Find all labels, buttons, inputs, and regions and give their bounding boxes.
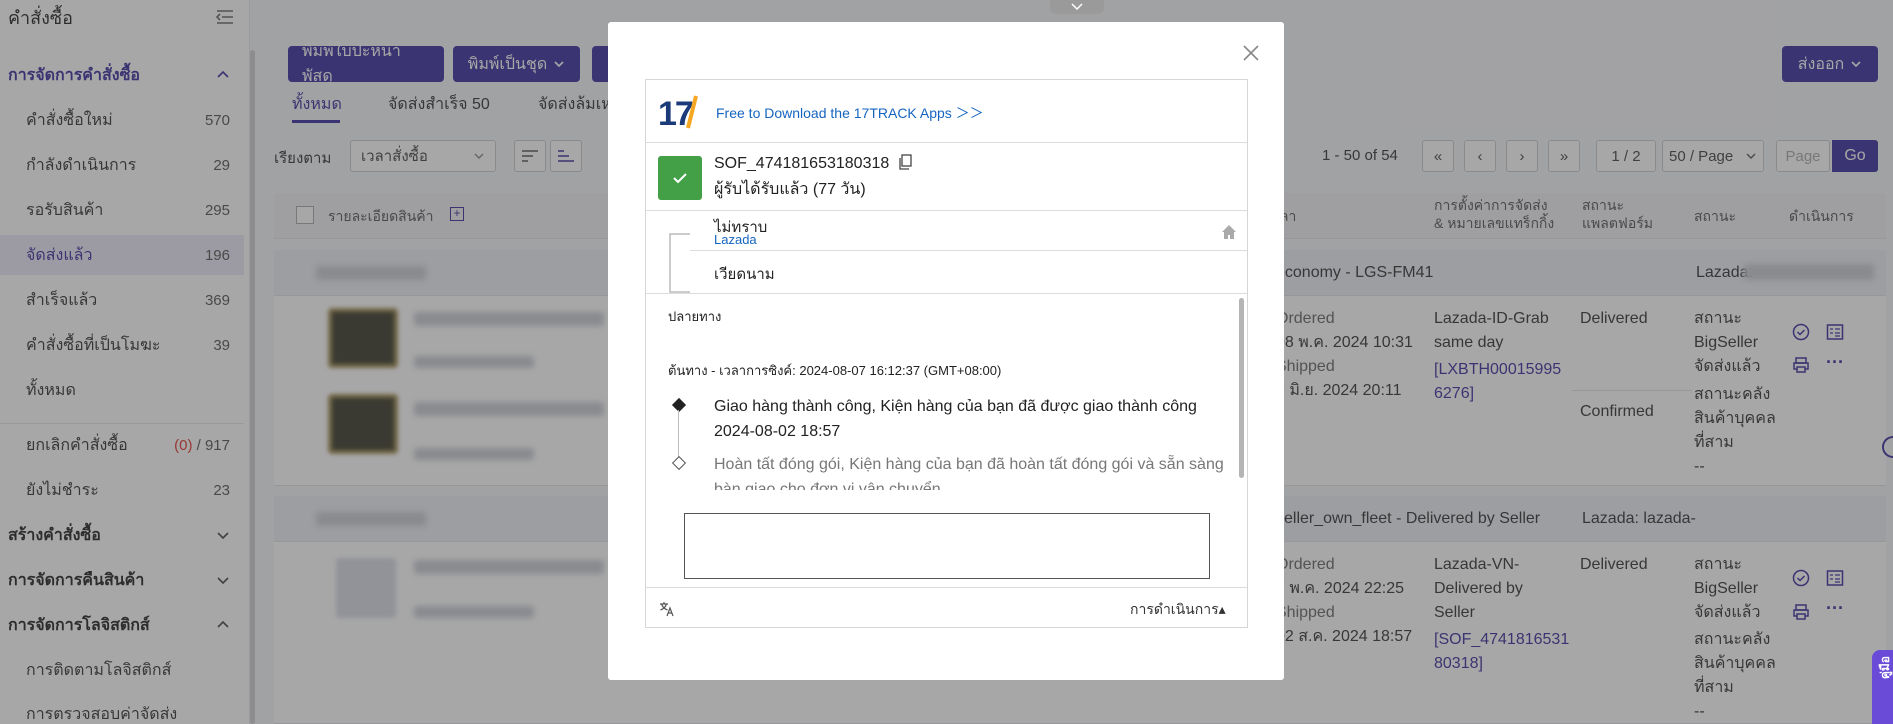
widget-divider — [646, 142, 1247, 143]
translation-input-box[interactable] — [684, 513, 1210, 579]
download-app-link[interactable]: Free to Download the 17TRACK Apps ＞＞ — [716, 103, 984, 123]
route-connector-icon — [669, 233, 690, 293]
close-icon[interactable] — [1240, 42, 1262, 64]
top-collapse-handle[interactable] — [1050, 0, 1104, 14]
home-icon — [1222, 225, 1236, 239]
checkmark-icon — [673, 173, 687, 184]
translate-icon[interactable] — [658, 600, 676, 618]
widget-divider — [690, 250, 1247, 251]
destination-country: เวียดนาม — [714, 266, 775, 283]
event-marker-filled-icon — [671, 397, 687, 413]
tracking-widget: 17 Free to Download the 17TRACK Apps ＞＞ … — [645, 79, 1248, 628]
event-marker-hollow-icon — [671, 455, 687, 471]
event-time: 2024-08-02 18:57 — [714, 423, 841, 440]
event-text: Giao hàng thành công, Kiện hàng của bạn … — [714, 398, 1197, 415]
origin-sync-info: ต้นทาง - เวลาการซิงค์: 2024-08-07 16:12:… — [668, 363, 1002, 378]
widget-divider — [646, 293, 1247, 294]
carrier-link[interactable]: Lazada — [714, 232, 757, 247]
guide-side-tab-label: คู่มือ — [1878, 656, 1892, 680]
widget-actions-menu[interactable]: การดำเนินการ▴ — [1130, 599, 1226, 621]
tracking-number-row: SOF_474181653180318 — [714, 154, 912, 173]
copy-icon[interactable] — [898, 154, 912, 170]
chevron-down-icon — [1071, 3, 1083, 11]
widget-divider — [646, 210, 1247, 211]
delivered-status-badge — [658, 156, 702, 200]
tracking-number: SOF_474181653180318 — [714, 155, 890, 172]
guide-side-tab[interactable]: คู่มือ — [1872, 650, 1893, 724]
delivery-status-text: ผู้รับได้รับแล้ว (77 วัน) — [714, 181, 866, 198]
tracking-event: Giao hàng thành công, Kiện hàng của bạn … — [714, 394, 1224, 444]
widget-scrollbar[interactable] — [1239, 298, 1244, 478]
17track-logo: 17 — [658, 95, 698, 130]
timeline-line — [678, 410, 679, 458]
destination-section-label: ปลายทาง — [668, 309, 722, 324]
widget-divider — [646, 587, 1247, 588]
